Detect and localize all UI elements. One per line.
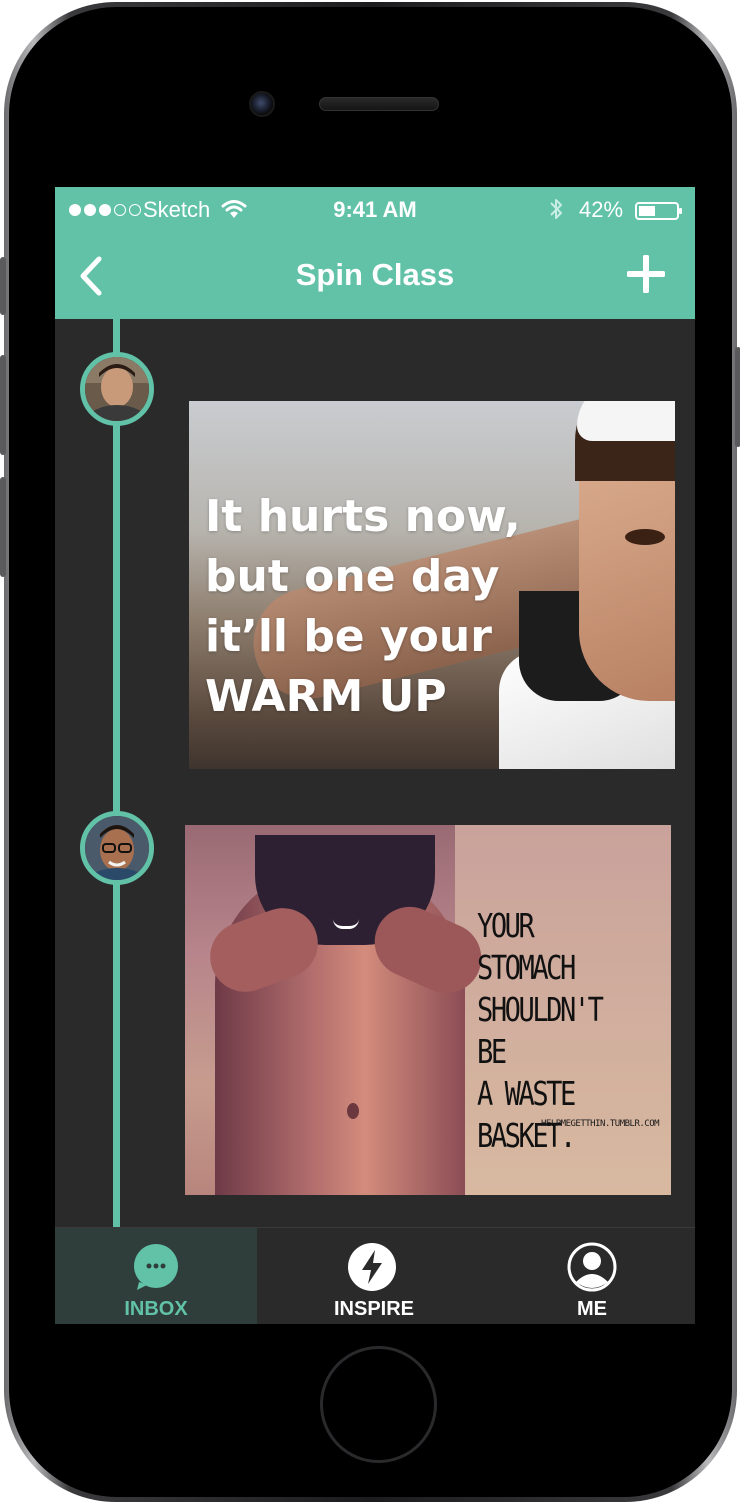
- silent-switch: [0, 257, 6, 315]
- status-bar: Sketch 9:41 AM 42%: [55, 187, 695, 233]
- page-title: Spin Class: [295, 257, 455, 292]
- tab-bar: INBOX INSPIRE ME: [55, 1227, 695, 1324]
- avatar[interactable]: [80, 811, 154, 885]
- tab-inbox[interactable]: INBOX: [55, 1228, 257, 1324]
- navigation-bar: Spin Class: [55, 233, 695, 319]
- tab-inspire[interactable]: INSPIRE: [279, 1228, 469, 1324]
- front-camera: [249, 91, 275, 117]
- tab-label: INSPIRE: [333, 1298, 415, 1320]
- power-button: [735, 347, 740, 447]
- post-quote-text: It hurts now, but one day it’ll be your …: [205, 491, 521, 722]
- home-button[interactable]: [320, 1346, 437, 1463]
- volume-up-button: [0, 355, 6, 455]
- earpiece-speaker: [319, 97, 439, 111]
- battery-icon: [635, 202, 682, 220]
- post-image[interactable]: YOUR STOMACH SHOULDN'T BE A WASTE BASKET…: [185, 825, 671, 1195]
- app-screen: Sketch 9:41 AM 42% Spin Class It hurts n…: [55, 187, 695, 1324]
- tab-label: INBOX: [124, 1298, 188, 1320]
- battery-percentage: 42%: [579, 197, 624, 222]
- avatar[interactable]: [80, 352, 154, 426]
- chat-bubble-icon: [134, 1244, 178, 1290]
- timeline-feed[interactable]: It hurts now, but one day it’ll be your …: [55, 319, 695, 1324]
- image-credit: HELPMEGETTHIN.TUMBLR.COM: [541, 1119, 660, 1129]
- tab-label: ME: [577, 1298, 607, 1320]
- user-profile-icon: [567, 1242, 617, 1292]
- phone-body: Sketch 9:41 AM 42% Spin Class It hurts n…: [0, 7, 740, 1497]
- lightning-bolt-icon: [348, 1243, 396, 1291]
- post-image[interactable]: It hurts now, but one day it’ll be your …: [189, 401, 675, 769]
- phone-device-frame: Sketch 9:41 AM 42% Spin Class It hurts n…: [0, 2, 740, 1502]
- bluetooth-icon: [550, 199, 562, 219]
- plus-icon[interactable]: [627, 255, 665, 293]
- tab-me[interactable]: ME: [499, 1228, 685, 1324]
- volume-down-button: [0, 477, 6, 577]
